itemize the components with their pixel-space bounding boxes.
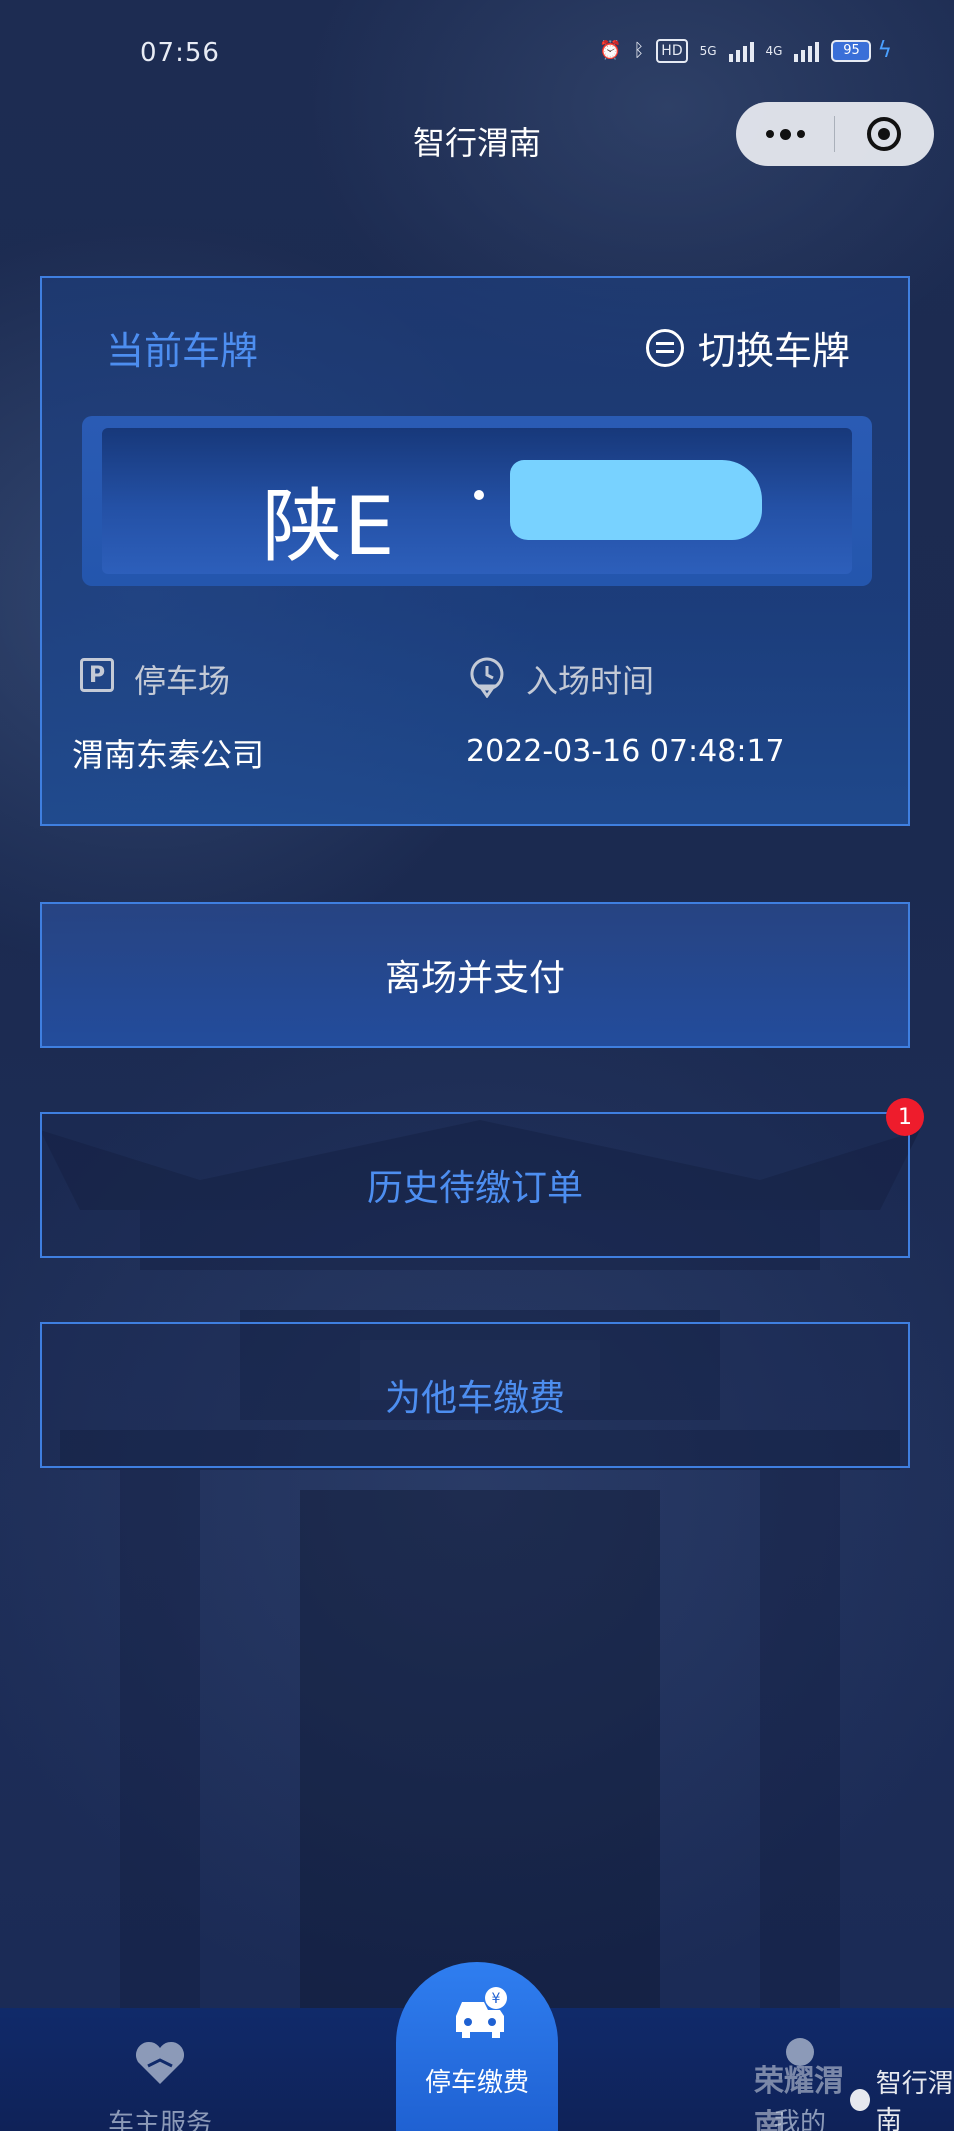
wechat-icon	[850, 2089, 870, 2111]
close-miniprogram-icon[interactable]	[835, 117, 933, 151]
parking-icon: P	[80, 658, 114, 692]
signal-icon-2	[794, 40, 820, 62]
plate-separator-dot	[474, 490, 484, 500]
car-payment-icon: ¥	[456, 1987, 507, 2038]
watermark-text: 智行渭南	[875, 2069, 954, 2131]
history-orders-badge: 1	[886, 1098, 924, 1136]
current-plate-label: 当前车牌	[106, 329, 259, 373]
history-orders-button[interactable]: 历史待缴订单	[40, 1112, 910, 1258]
plate-display: 陕E	[82, 416, 872, 586]
bluetooth-icon: ᛒ	[633, 40, 645, 61]
swap-icon	[645, 328, 684, 367]
plate-card: 当前车牌 切换车牌 陕E P 停车场 入场时间 渭南东秦公司 2022-03-1…	[40, 276, 910, 826]
nav-parking-pay[interactable]: ¥ 停车缴费	[396, 1962, 558, 2131]
parking-lot-label: 停车场	[134, 662, 231, 700]
hd-icon: HD	[656, 38, 688, 63]
status-time: 07:56	[140, 38, 220, 68]
battery-icon: 95 ϟ	[831, 38, 892, 63]
signal-label-1: 5G	[699, 43, 717, 58]
plate-inner: 陕E	[102, 428, 852, 574]
signal-icon-1	[728, 40, 754, 62]
charging-icon: ϟ	[877, 38, 892, 63]
battery-level: 95	[831, 39, 872, 62]
plate-number-redaction	[510, 460, 762, 540]
pay-for-other-button[interactable]: 为他车缴费	[40, 1322, 910, 1468]
signal-label-2: 4G	[765, 43, 783, 58]
alarm-icon: ⏰	[599, 40, 622, 61]
status-bar: 07:56 ⏰ ᛒ HD 5G 4G 95 ϟ	[0, 0, 954, 110]
plate-prefix: 陕E	[262, 480, 397, 573]
clock-pin-icon	[470, 657, 504, 698]
nav-owner-service-label: 车主服务	[107, 2109, 212, 2131]
watermark-brand: 荣耀渭南	[754, 2064, 844, 2131]
nav-parking-pay-label: 停车缴费	[424, 2068, 529, 2098]
nav-owner-service[interactable]: 车主服务	[90, 2040, 230, 2131]
watermark: 荣耀渭南 智行渭南	[754, 2056, 954, 2131]
switch-plate-label: 切换车牌	[697, 329, 850, 373]
entry-time-label: 入场时间	[526, 662, 655, 700]
svg-text:¥: ¥	[492, 1991, 501, 2007]
parking-lot-value: 渭南东秦公司	[72, 736, 265, 774]
switch-plate-button[interactable]: 切换车牌	[645, 320, 850, 375]
miniprogram-capsule	[736, 102, 934, 166]
leave-and-pay-button[interactable]: 离场并支付	[40, 902, 910, 1048]
heart-hand-icon	[135, 2041, 185, 2084]
more-menu-icon[interactable]	[736, 128, 834, 140]
entry-time-value: 2022-03-16 07:48:17	[466, 734, 785, 769]
status-icons: ⏰ ᛒ HD 5G 4G 95 ϟ	[599, 38, 892, 63]
